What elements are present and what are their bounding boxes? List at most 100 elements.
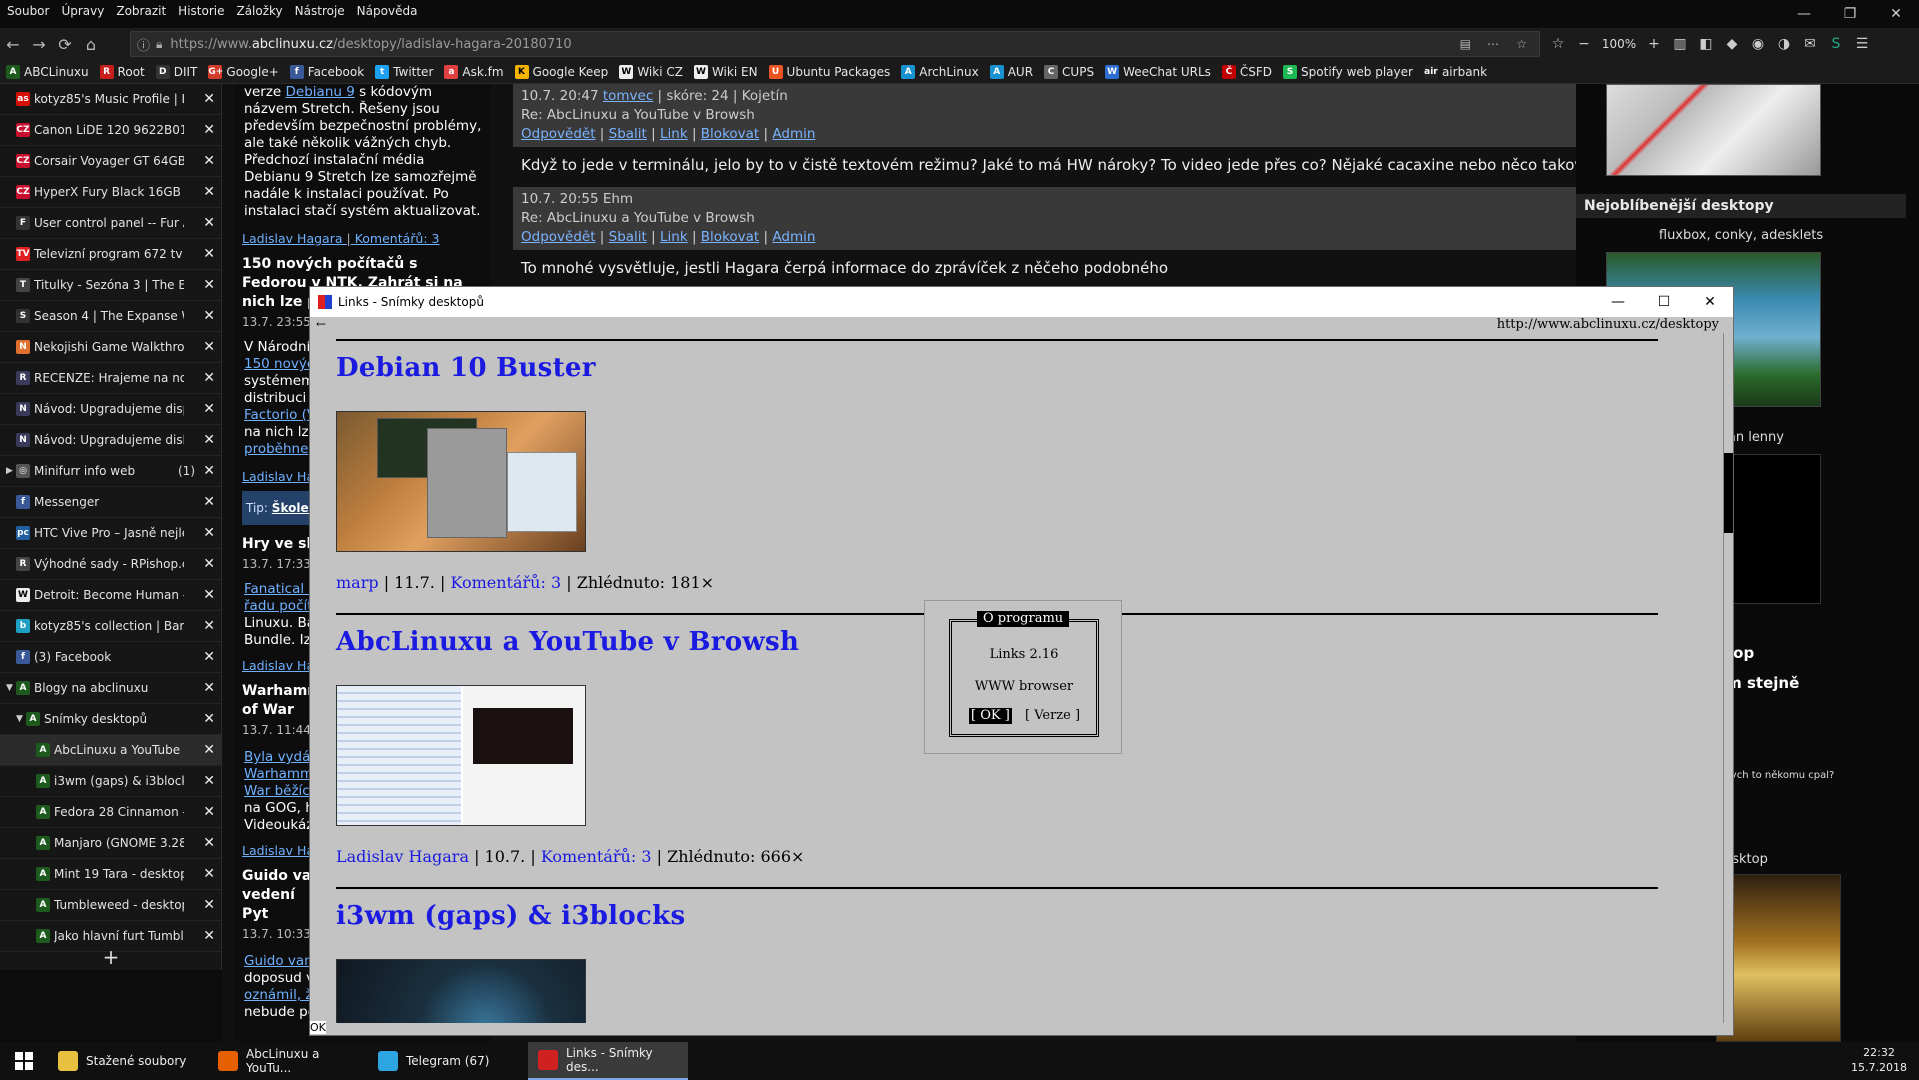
close-tab-icon[interactable]: ✕ xyxy=(203,804,215,820)
sidebar-tab[interactable]: A Fedora 28 Cinnamon - de ✕ xyxy=(0,797,221,828)
close-tab-icon[interactable]: ✕ xyxy=(203,587,215,603)
desktop-caption[interactable]: fluxbox, conky, adesklets xyxy=(1576,228,1906,243)
extension-icon[interactable]: S xyxy=(1823,36,1849,52)
comments-link[interactable]: Komentářů: 3 xyxy=(355,231,440,246)
entry-title[interactable]: AbcLinuxu a YouTube v Browsh xyxy=(336,627,799,657)
comment-action-link[interactable]: Sbalit xyxy=(609,126,647,142)
reader-view-icon[interactable]: ▤ xyxy=(1460,37,1471,51)
new-tab-button[interactable]: + xyxy=(0,946,221,970)
back-icon[interactable]: ← xyxy=(316,317,326,331)
extension-icon[interactable]: ✉ xyxy=(1797,36,1823,52)
author-link[interactable]: Ladislav Hagara xyxy=(242,231,343,246)
taskbar-item[interactable]: Links - Snímky des... xyxy=(528,1042,688,1080)
close-button[interactable]: ✕ xyxy=(1687,287,1733,317)
zoom-in-icon[interactable]: + xyxy=(1641,36,1667,52)
menu-item[interactable]: Zobrazit xyxy=(116,4,166,18)
comment-action-link[interactable]: Blokovat xyxy=(701,126,759,142)
author-link[interactable]: Ladislav Hagara xyxy=(336,847,469,866)
close-tab-icon[interactable]: ✕ xyxy=(203,928,215,944)
comments-link[interactable]: Komentářů: 3 xyxy=(541,847,652,866)
back-icon[interactable]: ← xyxy=(0,31,26,57)
twisty-icon[interactable]: ▼ xyxy=(16,714,24,724)
taskbar-item[interactable]: Stažené soubory xyxy=(48,1042,208,1080)
menu-item[interactable]: Soubor xyxy=(7,4,49,18)
sidebar-tab[interactable]: T Titulky - Sezóna 3 | The Expan ✕ xyxy=(0,270,221,301)
bookmark-item[interactable]: Č ČSFD xyxy=(1221,64,1272,79)
sidebar-tab[interactable]: ▼ A Blogy na abclinuxu ✕ xyxy=(0,673,221,704)
close-tab-icon[interactable]: ✕ xyxy=(203,370,215,386)
comment-action-link[interactable]: Sbalit xyxy=(609,229,647,245)
sidebar-tab[interactable]: f Messenger ✕ xyxy=(0,487,221,518)
bookmark-item[interactable]: C CUPS xyxy=(1044,64,1094,79)
extension-icon[interactable]: ◉ xyxy=(1745,36,1771,52)
sidebar-tab[interactable]: A Manjaro (GNOME 3.28) - ✕ xyxy=(0,828,221,859)
close-tab-icon[interactable]: ✕ xyxy=(203,556,215,572)
sidebar-tab[interactable]: CZ Corsair Voyager GT 64GB CMF ✕ xyxy=(0,146,221,177)
sidebar-tab[interactable]: F User control panel -- Fur Affin ✕ xyxy=(0,208,221,239)
sidebar-tab[interactable]: ▶ ◎ Minifurr info web (1) ✕ xyxy=(0,456,221,487)
debian-link[interactable]: Debianu 9 xyxy=(286,84,355,100)
close-tab-icon[interactable]: ✕ xyxy=(203,494,215,510)
close-tab-icon[interactable]: ✕ xyxy=(203,432,215,448)
url-text[interactable]: https://www.abclinuxu.cz/desktopy/ladisl… xyxy=(170,37,571,52)
bookmark-item[interactable]: S Spotify web player xyxy=(1283,64,1413,79)
reload-icon[interactable]: ⟳ xyxy=(52,31,78,57)
maximize-button[interactable]: ☐ xyxy=(1641,287,1687,317)
close-button[interactable]: ✕ xyxy=(1873,0,1919,28)
sidebar-tab[interactable]: ▼ A Snímky desktopů ✕ xyxy=(0,704,221,735)
clock[interactable]: 22:32 15.7.2018 xyxy=(1851,1045,1907,1075)
url-bar[interactable]: ⓘ 🔒︎ https://www.abclinuxu.cz/desktopy/l… xyxy=(130,31,1540,57)
bookmark-star-icon[interactable]: ☆ xyxy=(1516,37,1527,51)
taskbar-item[interactable]: Telegram (67) xyxy=(368,1042,528,1080)
sidebar-tab[interactable]: A Mint 19 Tara - desktop ✕ xyxy=(0,859,221,890)
close-tab-icon[interactable]: ✕ xyxy=(203,246,215,262)
ok-button[interactable]: [ OK ] xyxy=(969,708,1012,724)
extension-icon[interactable]: ◧ xyxy=(1693,36,1719,52)
library-icon[interactable]: ☆ xyxy=(1545,36,1571,52)
comment-action-link[interactable]: Admin xyxy=(772,126,815,142)
close-tab-icon[interactable]: ✕ xyxy=(203,835,215,851)
bookmark-item[interactable]: f Facebook xyxy=(289,64,364,79)
comment-action-link[interactable]: Admin xyxy=(772,229,815,245)
sidebar-tab[interactable]: A AbcLinuxu a YouTube v B ✕ xyxy=(0,735,221,766)
close-tab-icon[interactable]: ✕ xyxy=(203,153,215,169)
bookmark-item[interactable]: K Google Keep xyxy=(514,64,608,79)
comment-action-link[interactable]: Odpovědět xyxy=(521,229,596,245)
sidebar-tab[interactable]: A Tumbleweed - desktop ✕ xyxy=(0,890,221,921)
forward-icon[interactable]: → xyxy=(26,31,52,57)
menu-item[interactable]: Záložky xyxy=(236,4,282,18)
close-tab-icon[interactable]: ✕ xyxy=(203,711,215,727)
bookmark-item[interactable]: A AUR xyxy=(989,64,1033,79)
menu-icon[interactable]: ☰ xyxy=(1849,36,1875,52)
home-icon[interactable]: ⌂ xyxy=(78,31,104,57)
close-tab-icon[interactable]: ✕ xyxy=(203,308,215,324)
sidebar-tab[interactable]: pc HTC Vive Pro – Jasně nejlepší ✕ xyxy=(0,518,221,549)
twisty-icon[interactable]: ▶ xyxy=(6,466,14,476)
extension-icon[interactable]: ◑ xyxy=(1771,36,1797,52)
bookmark-item[interactable]: G+ Google+ xyxy=(208,64,279,79)
close-tab-icon[interactable]: ✕ xyxy=(203,680,215,696)
windows-start-icon[interactable] xyxy=(0,1042,48,1080)
bookmark-item[interactable]: A ArchLinux xyxy=(901,64,979,79)
zoom-level[interactable]: 100% xyxy=(1597,37,1641,51)
sidebar-tab[interactable]: S Season 4 | The Expanse Wiki | F ✕ xyxy=(0,301,221,332)
sidebar-tab[interactable]: R Výhodné sady - RPishop.cz ✕ xyxy=(0,549,221,580)
sidebar-tab[interactable]: b kotyz85's collection | Bandcam ✕ xyxy=(0,611,221,642)
entry-title[interactable]: Debian 10 Buster xyxy=(336,353,596,383)
restore-button[interactable]: ❐ xyxy=(1827,0,1873,28)
info-icon[interactable]: ⓘ xyxy=(137,35,150,54)
scrollbar[interactable] xyxy=(1723,333,1733,1029)
sidebar-tab[interactable]: f (3) Facebook ✕ xyxy=(0,642,221,673)
desktop-thumbnail[interactable] xyxy=(1716,874,1841,1042)
author-link[interactable]: marp xyxy=(336,573,379,592)
bookmark-item[interactable]: U Ubuntu Packages xyxy=(768,64,890,79)
close-tab-icon[interactable]: ✕ xyxy=(203,215,215,231)
comment-action-link[interactable]: Odpovědět xyxy=(521,126,596,142)
entry-title[interactable]: i3wm (gaps) & i3blocks xyxy=(336,901,685,931)
close-tab-icon[interactable]: ✕ xyxy=(203,401,215,417)
close-tab-icon[interactable]: ✕ xyxy=(203,339,215,355)
close-tab-icon[interactable]: ✕ xyxy=(203,91,215,107)
close-tab-icon[interactable]: ✕ xyxy=(203,277,215,293)
bookmark-item[interactable]: W WeeChat URLs xyxy=(1105,64,1211,79)
sidebar-tab[interactable]: CZ HyperX Fury Black 16GB (2x8G ✕ xyxy=(0,177,221,208)
